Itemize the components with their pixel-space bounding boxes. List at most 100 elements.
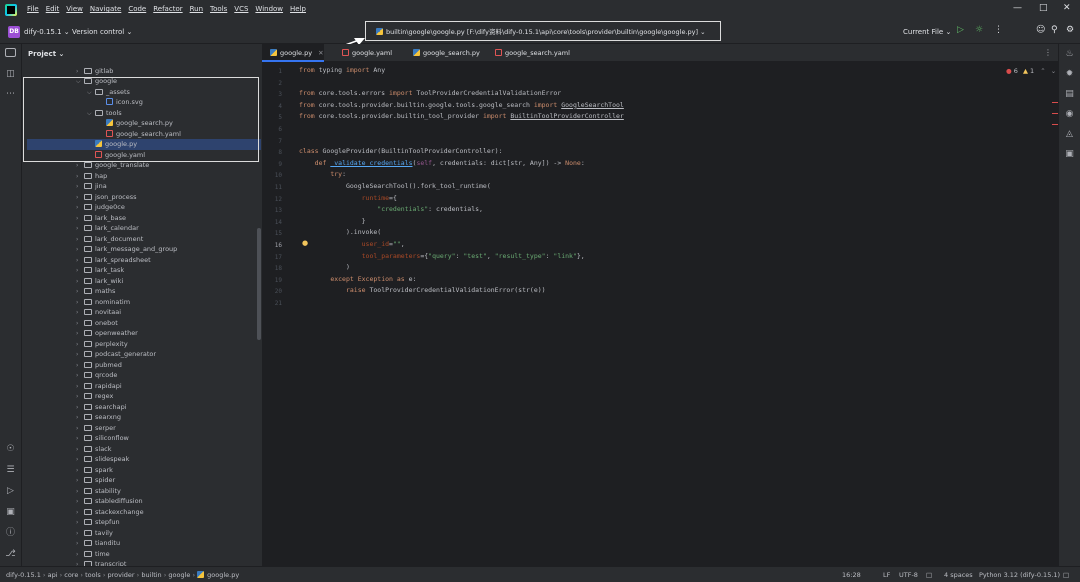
status-path-segment[interactable]: builtin xyxy=(141,571,161,579)
tab-google-py[interactable]: google.py ✕ xyxy=(262,44,324,62)
status-path-segment[interactable]: provider xyxy=(108,571,135,579)
status-path-segment[interactable]: api xyxy=(48,571,58,579)
memory-indicator-icon[interactable]: □ xyxy=(1063,571,1069,579)
database-icon[interactable]: ▤ xyxy=(1064,89,1075,100)
inspection-widget[interactable]: ● 6 ▲ 1 ⌃ ⌄ xyxy=(1006,67,1056,75)
tab-google-search-py[interactable]: google_search.py xyxy=(405,44,480,62)
run-icon[interactable]: ▷ xyxy=(957,25,964,35)
tree-item[interactable]: › rapidapi xyxy=(27,381,261,392)
more-actions-icon[interactable]: ⋮ xyxy=(994,25,1003,35)
status-path-segment[interactable]: core xyxy=(64,571,78,579)
tree-item[interactable]: › nominatim xyxy=(27,297,261,308)
menu-window[interactable]: Window xyxy=(255,5,283,13)
project-panel-header[interactable]: Project ⌄ xyxy=(28,50,64,58)
tree-item[interactable]: › stablediffusion xyxy=(27,496,261,507)
tree-item[interactable]: › stepfun xyxy=(27,517,261,528)
tree-item[interactable]: › lark_document xyxy=(27,234,261,245)
tree-item[interactable]: › slidespeak xyxy=(27,454,261,465)
tree-item[interactable]: › slack xyxy=(27,444,261,455)
tree-item[interactable]: › openweather xyxy=(27,328,261,339)
python-interpreter[interactable]: Python 3.12 (dify-0.15.1) xyxy=(979,571,1060,579)
tree-item[interactable]: › spider xyxy=(27,475,261,486)
tree-item[interactable]: › lark_base xyxy=(27,213,261,224)
tree-item[interactable]: › lark_task xyxy=(27,265,261,276)
code-line[interactable]: } xyxy=(299,216,366,228)
tree-item[interactable]: › hap xyxy=(27,171,261,182)
terminal-icon[interactable]: ▣ xyxy=(5,507,16,518)
tree-item[interactable]: › maths xyxy=(27,286,261,297)
code-line[interactable]: runtime={ xyxy=(299,193,397,205)
code-editor[interactable]: 1 2 3 4 5 6 7 8 9 10 11 12 13 14 15 16 17 18 19 20 21 from t… xyxy=(262,62,1058,566)
tab-google-yaml[interactable]: google.yaml xyxy=(334,44,392,62)
prev-highlight-icon[interactable]: ⌃ xyxy=(1040,67,1045,75)
menu-navigate[interactable]: Navigate xyxy=(90,5,121,13)
tree-item[interactable]: › novitaai xyxy=(27,307,261,318)
code-line[interactable]: def _validate_credentials(self, credenti… xyxy=(299,158,585,170)
ai-assistant-icon[interactable]: ✹ xyxy=(1064,69,1075,80)
menu-vcs[interactable]: VCS xyxy=(234,5,248,13)
tree-item[interactable]: › perplexity xyxy=(27,339,261,350)
tab-google-search-yaml[interactable]: google_search.yaml xyxy=(487,44,570,62)
code-line[interactable]: from typing import Any xyxy=(299,65,385,77)
tree-item[interactable]: › time xyxy=(27,549,261,560)
code-line[interactable]: class GoogleProvider(BuiltinToolProvider… xyxy=(299,146,503,158)
tab-options-icon[interactable]: ⋮ xyxy=(1044,48,1052,57)
tree-item[interactable]: › lark_wiki xyxy=(27,276,261,287)
project-switcher[interactable]: dify-0.15.1 ⌄ xyxy=(24,28,70,36)
tree-item[interactable]: › gitlab xyxy=(27,66,261,77)
problems-icon[interactable]: ⓘ xyxy=(5,528,16,539)
tree-item[interactable]: › podcast_generator xyxy=(27,349,261,360)
code-line[interactable]: ).invoke( xyxy=(299,227,381,239)
layers-icon[interactable]: ☰ xyxy=(5,465,16,476)
tree-item[interactable]: › regex xyxy=(27,391,261,402)
next-highlight-icon[interactable]: ⌄ xyxy=(1051,67,1056,75)
lock-icon[interactable]: □ xyxy=(926,571,932,579)
more-tools-icon[interactable]: ⋯ xyxy=(5,89,16,100)
tree-item[interactable]: › lark_calendar xyxy=(27,223,261,234)
account-icon[interactable]: ☺ xyxy=(1036,25,1045,35)
close-tab-icon[interactable]: ✕ xyxy=(318,49,323,57)
tree-item[interactable]: › stability xyxy=(27,486,261,497)
caret-position[interactable]: 16:28 xyxy=(842,571,861,579)
tree-item[interactable]: › siliconflow xyxy=(27,433,261,444)
code-line[interactable]: GoogleSearchTool().fork_tool_runtime( xyxy=(299,181,491,193)
vcs-widget[interactable]: Version control ⌄ xyxy=(72,28,132,36)
run-tool-icon[interactable]: ▷ xyxy=(5,486,16,497)
run-config-selector[interactable]: Current File ⌄ xyxy=(903,28,951,36)
tree-item[interactable]: › lark_message_and_group xyxy=(27,244,261,255)
status-path-segment[interactable]: google xyxy=(168,571,190,579)
menu-file[interactable]: File xyxy=(27,5,39,13)
tree-item[interactable]: › tianditu xyxy=(27,538,261,549)
sciview-icon[interactable]: ◉ xyxy=(1064,109,1075,120)
status-path-segment[interactable]: tools xyxy=(85,571,101,579)
code-line[interactable]: from core.tools.provider.builtin.google.… xyxy=(299,100,624,112)
menu-help[interactable]: Help xyxy=(290,5,306,13)
structure-tool-icon[interactable]: ◫ xyxy=(5,69,16,80)
python-packages-icon[interactable]: ☉ xyxy=(5,444,16,455)
settings-gear-icon[interactable]: ⚙ xyxy=(1066,25,1074,35)
code-line[interactable]: from core.tools.errors import ToolProvid… xyxy=(299,88,561,100)
file-path-breadcrumb[interactable]: builtin\google\google.py [F:\dify资料\dify… xyxy=(365,21,721,41)
vcs-tool-icon[interactable]: ⎇ xyxy=(5,549,16,560)
menu-refactor[interactable]: Refactor xyxy=(153,5,182,13)
tree-item[interactable]: › lark_spreadsheet xyxy=(27,255,261,266)
tree-item[interactable]: › jina xyxy=(27,181,261,192)
code-line[interactable]: except Exception as e: xyxy=(299,274,416,286)
tree-item[interactable]: › json_process xyxy=(27,192,261,203)
close-icon[interactable]: ✕ xyxy=(1063,3,1071,13)
code-line[interactable]: user_id="", xyxy=(299,239,405,251)
maximize-icon[interactable]: □ xyxy=(1039,3,1048,13)
code-line[interactable]: raise ToolProviderCredentialValidationEr… xyxy=(299,285,546,297)
project-badge[interactable]: DB xyxy=(8,26,20,38)
status-path-segment[interactable]: dify-0.15.1 xyxy=(6,571,41,579)
menu-run[interactable]: Run xyxy=(190,5,203,13)
coverage-icon[interactable]: ▣ xyxy=(1064,149,1075,160)
code-line[interactable]: from core.tools.provider.builtin_tool_pr… xyxy=(299,111,624,123)
tree-item[interactable]: › tavily xyxy=(27,528,261,539)
minimize-icon[interactable]: — xyxy=(1013,3,1022,13)
file-encoding[interactable]: UTF-8 xyxy=(899,571,918,579)
search-icon[interactable]: ⚲ xyxy=(1051,25,1058,35)
tree-item[interactable]: › qrcode xyxy=(27,370,261,381)
debug-icon[interactable]: ☼ xyxy=(975,25,983,35)
project-tool-icon[interactable] xyxy=(5,48,16,57)
